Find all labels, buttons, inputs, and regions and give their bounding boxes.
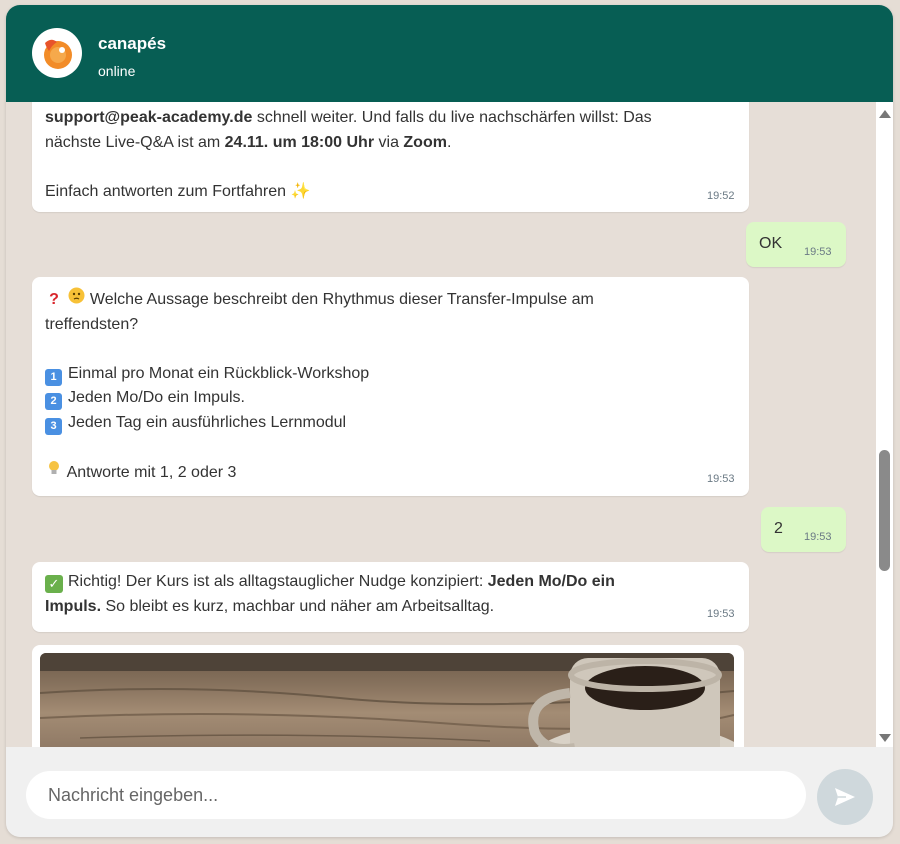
message-time: 19:53 (804, 246, 832, 258)
message-image-bubble[interactable] (32, 645, 744, 747)
message-time: 19:52 (707, 190, 735, 202)
message-line: Impuls. So bleibt es kurz, machbar und n… (45, 597, 495, 615)
send-icon (835, 788, 855, 806)
question-mark-icon: ? (49, 291, 59, 308)
scrollbar-thumb[interactable] (879, 450, 890, 571)
message-line: ✓ Richtig! Der Kurs ist als alltagstaugli… (45, 573, 615, 593)
support-email-text: support@peak-academy.de (45, 109, 253, 126)
message-time: 19:53 (707, 473, 735, 485)
coffee-photo[interactable] (40, 653, 734, 747)
chat-title: canapés (98, 34, 167, 53)
message-line: nächste Live-Q&A ist am 24.11. um 18:00 … (45, 133, 452, 151)
message-time: 19:53 (707, 608, 735, 620)
scroll-up-arrow-icon[interactable] (879, 110, 891, 118)
message-line: ? Welche Aussage beschreibt den Rhythmus… (45, 287, 594, 308)
thinking-face-icon (67, 287, 85, 313)
message-text: 2 (774, 520, 783, 537)
message-text: OK (759, 235, 783, 252)
light-bulb-icon (45, 460, 63, 486)
send-button[interactable] (817, 769, 873, 825)
message-bubble-outgoing: OK 19:53 (746, 222, 846, 267)
message-bubble-incoming: ? Welche Aussage beschreibt den Rhythmus… (32, 277, 749, 496)
keycap-3-icon: 3 (45, 417, 62, 435)
keycap-2-icon: 2 (45, 393, 62, 410)
message-line: Einfach antworten zum Fortfahren ✨ (45, 182, 311, 200)
message-list[interactable]: support@peak-academy.de schnell weiter. … (6, 102, 876, 747)
chat-window: canapés online support@peak-academy.de s… (6, 5, 893, 837)
message-bubble-incoming: support@peak-academy.de schnell weiter. … (32, 102, 749, 212)
chat-status: online (98, 63, 136, 79)
keycap-1-icon: 1 (45, 368, 62, 386)
message-line: treffendsten? (45, 315, 139, 333)
message-bubble-incoming: ✓ Richtig! Der Kurs ist als alltagstaugli… (32, 562, 749, 632)
message-time: 19:53 (804, 531, 832, 543)
check-mark-icon: ✓ (45, 575, 63, 593)
message-input[interactable] (26, 771, 806, 819)
avatar[interactable] (32, 28, 82, 78)
message-scrollbar[interactable] (876, 102, 893, 747)
message-line: Antworte mit 1, 2 oder 3 (45, 460, 236, 481)
chat-header: canapés online (6, 5, 893, 102)
composer-bar (6, 747, 893, 837)
canapes-logo-icon (44, 39, 72, 69)
option-item: 1 Einmal pro Monat ein Rückblick-Workshop (45, 365, 369, 386)
message-bubble-outgoing: 2 19:53 (761, 507, 846, 552)
message-line: support@peak-academy.de schnell weiter. … (45, 109, 652, 126)
scroll-down-arrow-icon[interactable] (879, 734, 891, 742)
option-item: 2 Jeden Mo/Do ein Impuls. (45, 389, 245, 410)
option-item: 3 Jeden Tag ein ausführliches Lernmodul (45, 414, 346, 435)
